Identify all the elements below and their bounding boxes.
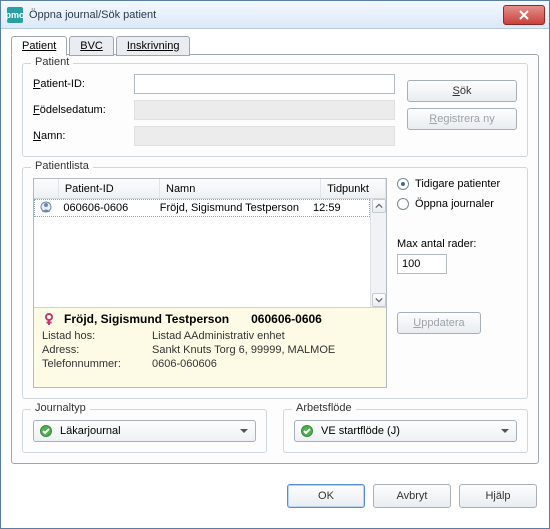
tab-patient-label: Patient [22, 40, 56, 52]
row-time: 12:59 [307, 200, 369, 216]
chevron-down-icon [237, 424, 251, 438]
label-name: Namn: [33, 130, 128, 142]
chevron-down-icon [498, 424, 512, 438]
journaltype-value: Läkarjournal [60, 425, 121, 437]
status-dot-icon [40, 425, 52, 437]
register-new-button[interactable]: Registrera ny [407, 108, 517, 130]
close-icon [519, 10, 529, 20]
patient-legend: Patient [31, 56, 73, 68]
tab-panel: Patient Patient-ID: Födelsedatum: Namn: [11, 54, 539, 464]
patient-group: Patient Patient-ID: Födelsedatum: Namn: [22, 63, 528, 157]
tab-inskrivning[interactable]: Inskrivning [116, 36, 191, 56]
max-rows-label: Max antal rader: [397, 238, 517, 250]
input-patient-id[interactable] [134, 74, 395, 94]
status-dot-icon [301, 425, 313, 437]
col-name[interactable]: Namn [160, 179, 321, 198]
list-header: Patient-ID Namn Tidpunkt [34, 179, 386, 199]
max-rows-input[interactable] [397, 254, 447, 274]
list-scrollbar[interactable] [370, 199, 386, 307]
col-patient-id[interactable]: Patient-ID [59, 179, 160, 198]
label-patient-id: Patient-ID: [33, 78, 128, 90]
input-name [134, 126, 395, 146]
scroll-down-button[interactable] [372, 293, 386, 307]
label-birth: Födelsedatum: [33, 104, 128, 116]
input-birth [134, 100, 395, 120]
row-name: Fröjd, Sigismund Testperson [154, 200, 307, 216]
radio-icon [397, 198, 409, 210]
titlebar: pmo Öppna journal/Sök patient [1, 1, 549, 29]
dialog-footer: OK Avbryt Hjälp [1, 474, 549, 520]
help-button[interactable]: Hjälp [459, 484, 537, 508]
cancel-button[interactable]: Avbryt [373, 484, 451, 508]
journaltype-select[interactable]: Läkarjournal [33, 420, 256, 442]
radio-icon [397, 178, 409, 190]
patient-listbox: Patient-ID Namn Tidpunkt 060606-0606 Frö… [33, 178, 387, 388]
journaltype-group: Journaltyp Läkarjournal [22, 409, 267, 453]
close-button[interactable] [503, 5, 545, 25]
detail-address-label: Adress: [42, 344, 152, 356]
list-detail-panel: Fröjd, Sigismund Testperson 060606-0606 … [34, 307, 386, 387]
chevron-up-icon [375, 202, 383, 210]
app-icon: pmo [7, 7, 23, 23]
tab-patient[interactable]: Patient [11, 36, 67, 56]
patientlist-group: Patientlista Patient-ID Namn Tidpunkt [22, 167, 528, 399]
table-row[interactable]: 060606-0606 Fröjd, Sigismund Testperson … [34, 199, 370, 217]
update-button[interactable]: Uppdatera [397, 312, 481, 334]
journaltype-legend: Journaltyp [31, 402, 90, 414]
detail-name: Fröjd, Sigismund Testperson [64, 312, 229, 326]
window-title: Öppna journal/Sök patient [29, 9, 503, 21]
col-time[interactable]: Tidpunkt [321, 179, 386, 198]
radio-prev-patients[interactable]: Tidigare patienter [397, 178, 517, 190]
workflow-group: Arbetsflöde VE startflöde (J) [283, 409, 528, 453]
detail-address-value: Sankt Knuts Torg 6, 99999, MALMOE [152, 344, 335, 356]
detail-phone-value: 0606-060606 [152, 358, 217, 370]
radio-open-journals[interactable]: Öppna journaler [397, 198, 517, 210]
tab-bvc[interactable]: BVC [69, 36, 114, 56]
detail-phone-label: Telefonnummer: [42, 358, 152, 370]
row-status-icon [35, 201, 57, 216]
female-icon [42, 312, 56, 326]
tab-bar: Patient BVC Inskrivning [11, 35, 539, 55]
col-icon[interactable] [34, 179, 59, 198]
workflow-select[interactable]: VE startflöde (J) [294, 420, 517, 442]
tab-inskrivning-label: Inskrivning [127, 40, 180, 52]
patientlist-legend: Patientlista [31, 160, 93, 172]
chevron-down-icon [375, 296, 383, 304]
scroll-up-button[interactable] [372, 199, 386, 213]
tab-bvc-label: BVC [80, 40, 103, 52]
ok-button[interactable]: OK [287, 484, 365, 508]
workflow-value: VE startflöde (J) [321, 425, 400, 437]
detail-listed-value: Listad AAdministrativ enhet [152, 330, 285, 342]
search-button[interactable]: Sök [407, 80, 517, 102]
detail-listed-label: Listad hos: [42, 330, 152, 342]
detail-id: 060606-0606 [251, 312, 322, 326]
workflow-legend: Arbetsflöde [292, 402, 356, 414]
row-id: 060606-0606 [57, 200, 153, 216]
